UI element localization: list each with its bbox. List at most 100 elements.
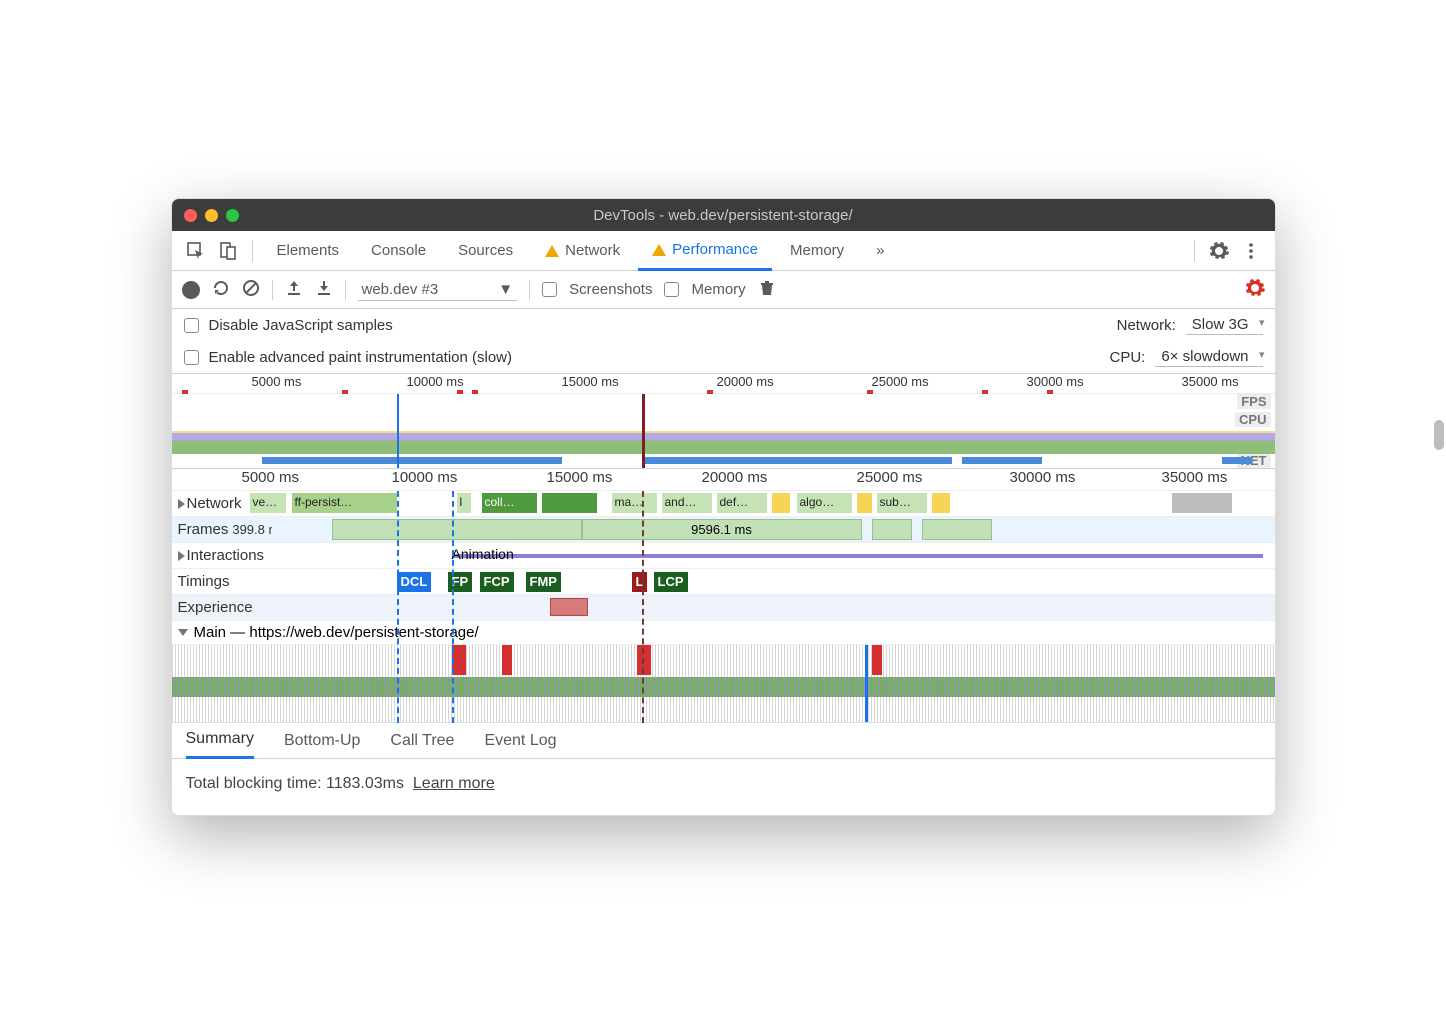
clear-button[interactable] — [242, 279, 260, 301]
tab-label: Network — [565, 242, 620, 259]
track-interactions[interactable]: Interactions Animation — [172, 543, 1275, 569]
cpu-value: 6× slowdown — [1161, 348, 1248, 365]
screenshots-checkbox[interactable] — [542, 282, 557, 297]
disable-js-checkbox[interactable] — [184, 318, 199, 333]
tick: 20000 ms — [702, 469, 768, 486]
titlebar[interactable]: DevTools - web.dev/persistent-storage/ — [172, 199, 1275, 231]
save-profile-button[interactable] — [315, 279, 333, 301]
paint-instr-checkbox[interactable] — [184, 350, 199, 365]
track-label: Experience — [178, 599, 253, 616]
range-start-handle[interactable] — [397, 394, 399, 468]
net-item[interactable]: l — [457, 493, 471, 513]
tick: 25000 ms — [857, 469, 923, 486]
track-experience[interactable]: Experience — [172, 595, 1275, 621]
tab-calltree[interactable]: Call Tree — [390, 723, 454, 759]
overview-panel[interactable]: FPS CPU NET — [172, 394, 1275, 469]
tab-network[interactable]: Network — [531, 231, 634, 271]
tick: 30000 ms — [1010, 469, 1076, 486]
options-row-2: Enable advanced paint instrumentation (s… — [172, 341, 1275, 374]
flame-chart[interactable] — [172, 645, 1275, 723]
tab-more[interactable]: » — [862, 231, 898, 271]
network-throttle-select[interactable]: Slow 3G — [1186, 315, 1263, 335]
timing-l[interactable]: L — [632, 572, 648, 592]
main-tabbar: Elements Console Sources Network Perform… — [172, 231, 1275, 271]
net-item[interactable]: ff-persist… — [292, 493, 397, 513]
track-network[interactable]: Network ve… ff-persist… l coll… ma… and…… — [172, 491, 1275, 517]
minimize-icon[interactable] — [205, 209, 218, 222]
delete-button[interactable] — [758, 279, 776, 301]
overview-ruler[interactable]: 5000 ms 10000 ms 15000 ms 20000 ms 25000… — [172, 374, 1275, 394]
track-label: Frames — [178, 521, 229, 538]
tab-sources[interactable]: Sources — [444, 231, 527, 271]
playhead[interactable] — [865, 645, 868, 722]
cpu-throttle-select[interactable]: 6× slowdown — [1155, 347, 1262, 367]
settings-icon[interactable] — [1205, 237, 1233, 265]
memory-checkbox[interactable] — [664, 282, 679, 297]
main-label: Main — https://web.dev/persistent-storag… — [194, 624, 479, 641]
load-profile-button[interactable] — [285, 279, 303, 301]
timing-fcp[interactable]: FCP — [480, 572, 514, 592]
net-item[interactable]: algo… — [797, 493, 852, 513]
expand-icon[interactable] — [178, 551, 185, 561]
tick: 10000 ms — [407, 374, 464, 389]
marker-line — [642, 394, 645, 468]
chevron-down-icon: ▼ — [498, 281, 513, 298]
screenshots-label: Screenshots — [569, 281, 652, 298]
tab-elements[interactable]: Elements — [263, 231, 354, 271]
track-label: Timings — [178, 573, 230, 590]
tick: 25000 ms — [872, 374, 929, 389]
learn-more-link[interactable]: Learn more — [413, 775, 495, 792]
warning-icon — [652, 244, 666, 256]
tbt-value: 1183.03ms — [326, 775, 404, 792]
tab-label: Performance — [672, 241, 758, 258]
profile-select-value: web.dev #3 — [362, 281, 439, 298]
tab-performance[interactable]: Performance — [638, 231, 772, 271]
timing-lcp[interactable]: LCP — [654, 572, 688, 592]
tab-console[interactable]: Console — [357, 231, 440, 271]
memory-label: Memory — [691, 281, 745, 298]
reload-button[interactable] — [212, 279, 230, 301]
tracks-container: Network ve… ff-persist… l coll… ma… and…… — [172, 491, 1275, 723]
track-label: Interactions — [187, 547, 265, 564]
capture-settings-icon[interactable] — [1245, 278, 1265, 302]
tick: 5000 ms — [252, 374, 302, 389]
warning-icon — [545, 245, 559, 257]
tab-eventlog[interactable]: Event Log — [484, 723, 556, 759]
timing-dcl[interactable]: DCL — [397, 572, 432, 592]
tab-summary[interactable]: Summary — [186, 723, 254, 759]
net-item[interactable]: and… — [662, 493, 712, 513]
track-main-header[interactable]: Main — https://web.dev/persistent-storag… — [172, 621, 1275, 645]
track-timings[interactable]: Timings DCL FP FCP FMP L LCP — [172, 569, 1275, 595]
network-value: Slow 3G — [1192, 316, 1249, 333]
collapse-icon[interactable] — [178, 629, 188, 636]
kebab-icon[interactable] — [1237, 237, 1265, 265]
tab-memory[interactable]: Memory — [776, 231, 858, 271]
cpu-label: CPU: — [1110, 349, 1146, 366]
zoom-icon[interactable] — [226, 209, 239, 222]
expand-icon[interactable] — [178, 499, 185, 509]
paint-instr-label: Enable advanced paint instrumentation (s… — [209, 349, 513, 366]
close-icon[interactable] — [184, 209, 197, 222]
track-frames[interactable]: Frames399.8 ms 9596.1 ms — [172, 517, 1275, 543]
interaction-label: Animation — [452, 546, 514, 562]
summary-panel: Total blocking time: 1183.03ms Learn mor… — [172, 759, 1275, 815]
performance-toolbar: web.dev #3 ▼ Screenshots Memory — [172, 271, 1275, 309]
experience-block[interactable] — [550, 598, 588, 616]
net-item[interactable]: def… — [717, 493, 767, 513]
inspect-icon[interactable] — [182, 237, 210, 265]
tick: 35000 ms — [1182, 374, 1239, 389]
tab-bottomup[interactable]: Bottom-Up — [284, 723, 360, 759]
net-item[interactable]: sub… — [877, 493, 927, 513]
tick: 20000 ms — [717, 374, 774, 389]
frame-time: 9596.1 ms — [691, 522, 752, 537]
record-button[interactable] — [182, 281, 200, 299]
track-label: Network — [187, 495, 242, 512]
net-item[interactable]: ma… — [612, 493, 657, 513]
device-toggle-icon[interactable] — [214, 237, 242, 265]
net-item[interactable]: coll… — [482, 493, 537, 513]
tbt-label: Total blocking time: — [186, 775, 327, 792]
network-label: Network: — [1117, 317, 1176, 334]
detail-ruler[interactable]: 5000 ms 10000 ms 15000 ms 20000 ms 25000… — [172, 469, 1275, 491]
profile-select[interactable]: web.dev #3 ▼ — [358, 279, 518, 301]
timing-fmp[interactable]: FMP — [526, 572, 561, 592]
